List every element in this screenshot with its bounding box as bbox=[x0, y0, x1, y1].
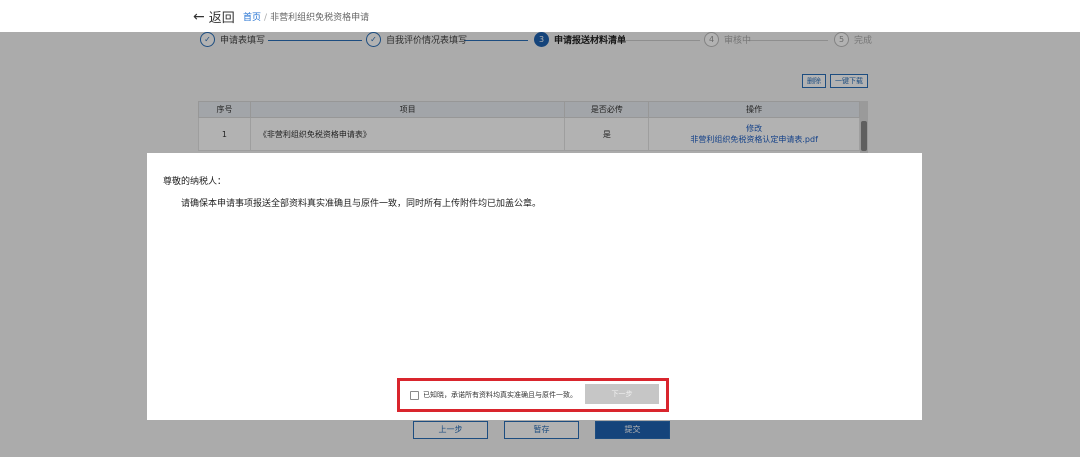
agree-label: 已知晓，承诺所有资料均真实准确且与原件一致。 bbox=[423, 391, 577, 399]
back-button[interactable]: ← 返回 bbox=[193, 7, 235, 27]
next-step-button[interactable]: 下一步 bbox=[585, 384, 659, 404]
breadcrumb-separator: / bbox=[264, 13, 268, 23]
agree-checkbox[interactable] bbox=[410, 390, 419, 400]
top-bar: ← 返回 首页 / 非营利组织免税资格申请 bbox=[0, 0, 1080, 32]
modal-message: 请确保本申请事项报送全部资料真实准确且与原件一致，同时所有上传附件均已加盖公章。 bbox=[181, 199, 542, 209]
back-label: 返回 bbox=[208, 11, 235, 26]
breadcrumb-current: 非营利组织免税资格申请 bbox=[270, 13, 370, 23]
confirmation-modal: 尊敬的纳税人： 请确保本申请事项报送全部资料真实准确且与原件一致，同时所有上传附… bbox=[147, 153, 922, 420]
agree-checkbox-row[interactable]: 已知晓，承诺所有资料均真实准确且与原件一致。 bbox=[410, 390, 577, 400]
breadcrumb: 首页 / 非营利组织免税资格申请 bbox=[243, 10, 369, 23]
arrow-left-icon: ← bbox=[193, 8, 205, 25]
breadcrumb-home[interactable]: 首页 bbox=[243, 13, 261, 23]
modal-greeting: 尊敬的纳税人： bbox=[163, 177, 227, 187]
